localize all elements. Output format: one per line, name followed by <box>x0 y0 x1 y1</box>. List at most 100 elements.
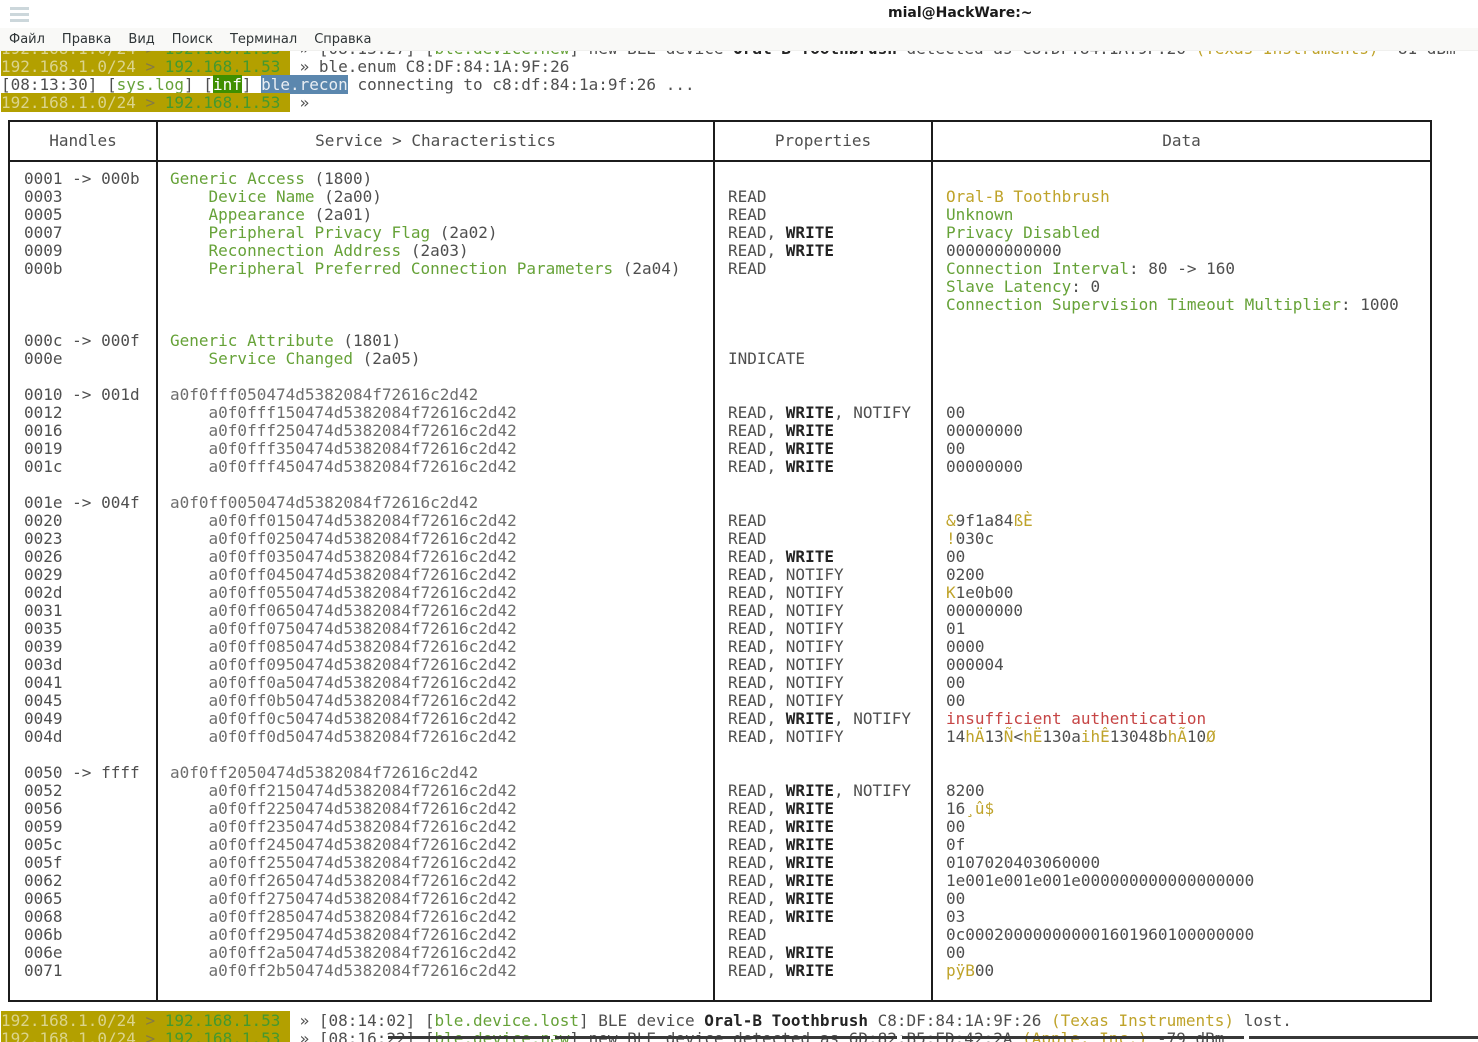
table-cell-line: 00 <box>946 890 1430 908</box>
text-segment: ble.recon <box>261 75 348 94</box>
text-segment: Peripheral Privacy Flag <box>208 223 431 242</box>
text-segment: 0029 <box>24 565 63 584</box>
text-segment: READ, <box>728 547 786 566</box>
table-cell-line: a0f0ff2950474d5382084f72616c2d42 <box>170 926 713 944</box>
hamburger-menu-icon[interactable] <box>10 7 29 22</box>
text-segment: INDICATE <box>728 349 806 368</box>
text-segment: inf <box>212 75 242 94</box>
table-cell-line: 0041 <box>24 674 156 692</box>
text-segment: [08:13:30] [ <box>1 75 117 94</box>
text-segment: a0f0ff0650474d5382084f72616c2d42 <box>170 601 517 620</box>
text-segment: 0010 -> 001d <box>24 385 140 404</box>
text-segment: 0007 <box>24 223 63 242</box>
text-segment: 0056 <box>24 799 63 818</box>
table-cell-line <box>946 332 1430 350</box>
text-segment: Generic Access <box>170 169 305 188</box>
table-cell-line: READ, WRITE <box>728 854 931 872</box>
text-segment: sys.log <box>116 75 185 94</box>
table-cell-line: 0003 <box>24 188 156 206</box>
table-cell-line: a0f0fff350474d5382084f72616c2d42 <box>170 440 713 458</box>
menu-item-view[interactable]: Вид <box>128 32 154 47</box>
table-cell-line <box>170 368 713 386</box>
text-segment: (2a02) <box>430 223 498 242</box>
text-segment: (2a03) <box>401 241 469 260</box>
text-segment: a0f0ff0950474d5382084f72616c2d42 <box>170 655 517 674</box>
text-segment: hÄ <box>965 727 985 746</box>
window-titlebar: mial@HackWare:~ <box>0 0 1478 28</box>
text-segment: 001e -> 004f <box>24 493 140 512</box>
table-cell-line: Privacy Disabled <box>946 224 1430 242</box>
table-cell-line: a0f0ff0d50474d5382084f72616c2d42 <box>170 728 713 746</box>
table-cell-line: READ, NOTIFY <box>728 620 931 638</box>
table-cell-line: 006b <box>24 926 156 944</box>
table-cell-line: 002d <box>24 584 156 602</box>
text-segment: pÿB <box>946 961 975 980</box>
text-segment: (2a05) <box>353 349 421 368</box>
text-segment: 0039 <box>24 637 63 656</box>
text-segment: READ <box>728 511 767 530</box>
text-segment: 00 <box>946 403 966 422</box>
menu-item-help[interactable]: Справка <box>314 32 371 47</box>
gatt-table-header: Handles Service > Characteristics Proper… <box>10 122 1430 162</box>
menu-item-edit[interactable]: Правка <box>62 32 111 47</box>
table-cell-line: a0f0ff0a50474d5382084f72616c2d42 <box>170 674 713 692</box>
text-segment: a0f0fff350474d5382084f72616c2d42 <box>170 439 517 458</box>
menu-item-terminal[interactable]: Терминал <box>230 32 297 47</box>
text-segment: ihÊ <box>1080 727 1110 746</box>
table-column-data: Oral-B Toothbrush Unknown Privacy Disabled… <box>931 162 1430 1000</box>
text-segment: < <box>1013 727 1024 746</box>
text-segment: 130a <box>1042 727 1081 746</box>
text-segment: READ, <box>728 943 786 962</box>
menu-item-file[interactable]: Файл <box>9 32 45 47</box>
terminal-window: mial@HackWare:~ Файл Правка Вид Поиск Те… <box>0 0 1478 1042</box>
table-cell-line: Slave Latency: 0 <box>946 278 1430 296</box>
table-cell-line <box>170 476 713 494</box>
table-cell-line: 01 <box>946 620 1430 638</box>
text-segment: ] BLE device <box>579 1011 705 1030</box>
text-segment: » <box>290 93 310 112</box>
table-cell-line: 0016 <box>24 422 156 440</box>
table-cell-line: READ, WRITE <box>728 458 931 476</box>
text-segment: READ, NOTIFY <box>728 619 844 638</box>
text-segment: WRITE <box>785 871 834 890</box>
text-segment <box>170 259 209 278</box>
text-segment: a0f0ff0550474d5382084f72616c2d42 <box>170 583 517 602</box>
text-segment: READ <box>728 259 767 278</box>
table-column-service-characteristics: Generic Access (1800) Device Name (2a00)… <box>156 162 713 1000</box>
table-cell-line: READ <box>728 206 931 224</box>
table-cell-line <box>946 314 1430 332</box>
text-segment: 0031 <box>24 601 63 620</box>
table-cell-line: 0005 <box>24 206 156 224</box>
table-cell-line: READ, WRITE <box>728 836 931 854</box>
text-segment: (2a01) <box>304 205 373 224</box>
text-segment: a0f0ff0350474d5382084f72616c2d42 <box>170 547 517 566</box>
table-cell-line: 0056 <box>24 800 156 818</box>
text-segment: Appearance <box>208 205 305 224</box>
table-cell-line <box>728 170 931 188</box>
text-segment: (2a00) <box>314 187 382 206</box>
menu-item-search[interactable]: Поиск <box>172 32 213 47</box>
text-segment: 13048b <box>1109 727 1168 746</box>
text-segment: WRITE <box>785 223 834 242</box>
col-header-handles: Handles <box>49 131 117 150</box>
table-cell-line <box>946 764 1430 782</box>
table-cell-line: 000b <box>24 260 156 278</box>
table-cell-line: READ, NOTIFY <box>728 728 931 746</box>
text-segment: : 0 <box>1071 277 1101 296</box>
table-cell-line: K1e0b00 <box>946 584 1430 602</box>
text-segment: 005f <box>24 853 63 872</box>
text-segment: a0f0ff2150474d5382084f72616c2d42 <box>170 781 517 800</box>
text-segment: 9f1a84 <box>955 511 1014 530</box>
text-segment: READ, <box>728 241 786 260</box>
text-segment: 03 <box>946 907 966 926</box>
text-segment: READ, NOTIFY <box>728 673 844 692</box>
table-cell-line: 00 <box>946 944 1430 962</box>
text-segment: 192.168.1.0/24 <box>1 1011 146 1030</box>
text-segment: 192.168.1.53 <box>164 57 290 76</box>
terminal-viewport[interactable]: 192.168.1.0/24 > 192.168.1.53 » [08:13:2… <box>0 0 1478 1042</box>
table-cell-line: 00 <box>946 548 1430 566</box>
table-cell-line: READ, WRITE <box>728 422 931 440</box>
table-cell-line: insufficient authentication <box>946 710 1430 728</box>
table-cell-line: READ <box>728 530 931 548</box>
table-cell-line: 0010 -> 001d <box>24 386 156 404</box>
